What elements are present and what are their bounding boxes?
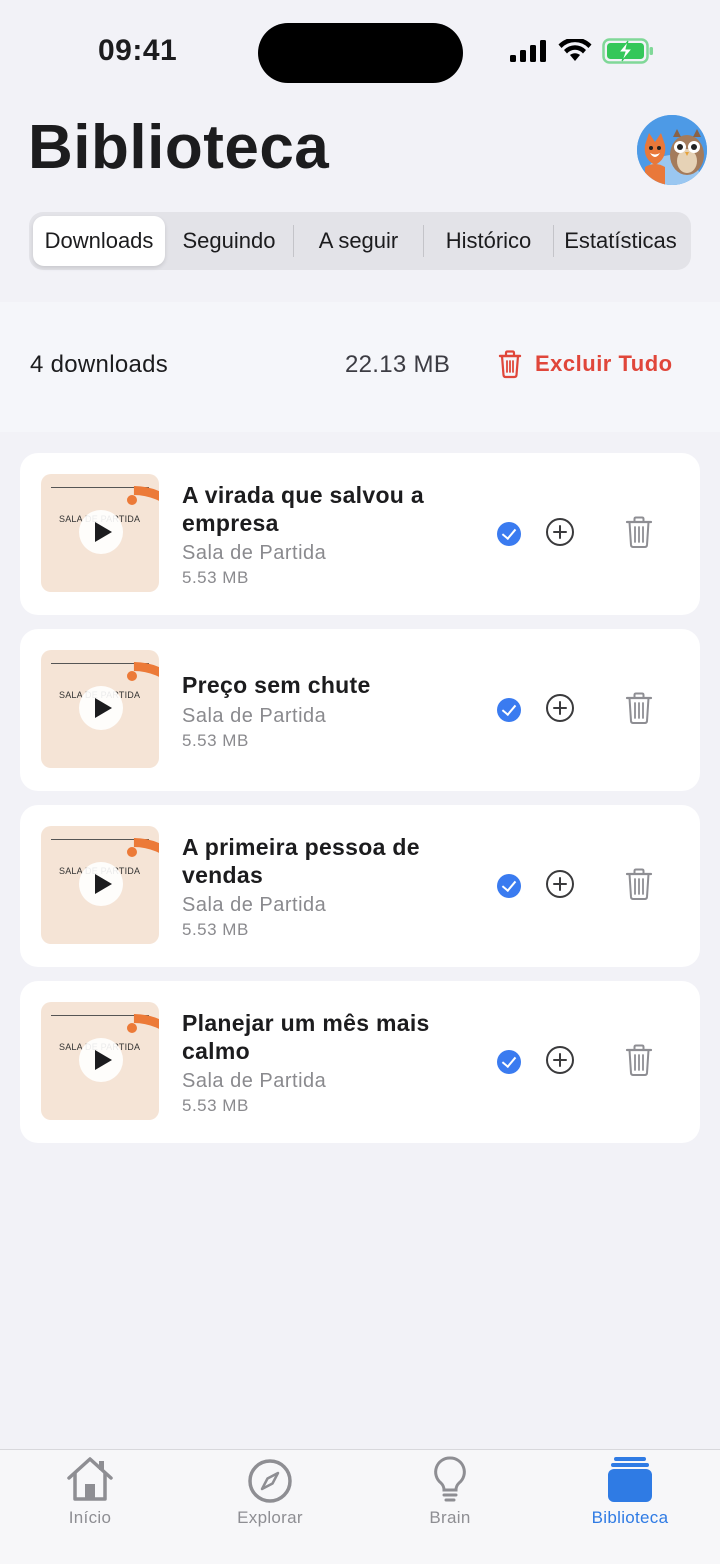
status-time: 09:41 (98, 34, 178, 67)
tab-estatisticas[interactable]: Estatísticas (554, 216, 687, 266)
downloaded-check-icon (497, 1050, 521, 1074)
download-item[interactable]: SALA DE PARTIDA Planejar um mês mais cal… (20, 981, 700, 1143)
episode-thumbnail: SALA DE PARTIDA (41, 650, 159, 768)
bottom-tab-bar: Início Explorar Brain Biblioteca (0, 1449, 720, 1564)
thumbnail-dot (127, 1023, 137, 1033)
tab-bar-item-biblioteca[interactable]: Biblioteca (540, 1450, 720, 1550)
episode-podcast: Sala de Partida (182, 705, 327, 727)
downloaded-check-icon (497, 698, 521, 722)
trash-icon (498, 350, 522, 379)
cellular-signal-icon (510, 40, 546, 62)
episode-thumbnail: SALA DE PARTIDA (41, 1002, 159, 1120)
tab-bar-label: Explorar (237, 1508, 303, 1527)
episode-title: Planejar um mês mais calmo (182, 1010, 430, 1064)
episode-podcast: Sala de Partida (182, 894, 327, 916)
downloads-total-size: 22.13 MB (345, 351, 451, 378)
episode-podcast: Sala de Partida (182, 1070, 327, 1092)
episode-thumbnail: SALA DE PARTIDA (41, 826, 159, 944)
episode-title: A primeira pessoa de vendas (182, 834, 420, 888)
tab-downloads[interactable]: Downloads (33, 216, 165, 266)
download-item[interactable]: SALA DE PARTIDA A primeira pessoa de ven… (20, 805, 700, 967)
tab-bar-item-inicio[interactable]: Início (0, 1450, 180, 1550)
episode-title: A virada que salvou a empresa (182, 482, 424, 536)
delete-icon[interactable] (624, 1043, 654, 1077)
downloaded-check-icon (497, 522, 521, 546)
library-segmented-control: Downloads Seguindo A seguir Histórico Es… (29, 212, 691, 270)
delete-icon[interactable] (624, 867, 654, 901)
thumbnail-dot (127, 671, 137, 681)
episode-size: 5.53 MB (182, 1096, 249, 1115)
lightbulb-icon (434, 1456, 466, 1502)
status-bar: 09:41 (0, 0, 720, 105)
tab-historico[interactable]: Histórico (424, 216, 553, 266)
delete-all-button[interactable]: Excluir Tudo (497, 349, 673, 379)
tab-bar-item-explorar[interactable]: Explorar (180, 1450, 360, 1550)
battery-charging-icon (602, 38, 653, 64)
tab-bar-label: Brain (429, 1508, 471, 1527)
downloaded-check-icon (497, 874, 521, 898)
delete-all-label: Excluir Tudo (535, 351, 673, 376)
wifi-icon (558, 39, 592, 61)
delete-icon[interactable] (624, 691, 654, 725)
play-icon[interactable] (79, 1038, 123, 1082)
thumbnail-dot (127, 495, 137, 505)
add-to-queue-icon[interactable] (545, 1045, 575, 1075)
episode-title: Preço sem chute (182, 672, 371, 698)
add-to-queue-icon[interactable] (545, 693, 575, 723)
compass-icon (248, 1459, 292, 1503)
episode-size: 5.53 MB (182, 568, 249, 587)
dynamic-island (258, 23, 463, 83)
add-to-queue-icon[interactable] (545, 517, 575, 547)
delete-icon[interactable] (624, 515, 654, 549)
download-item[interactable]: SALA DE PARTIDA A virada que salvou a em… (20, 453, 700, 615)
play-icon[interactable] (79, 862, 123, 906)
page-title: Biblioteca (28, 113, 330, 182)
tab-bar-label: Início (68, 1508, 112, 1527)
episode-podcast: Sala de Partida (182, 542, 327, 564)
avatar[interactable] (637, 115, 707, 185)
play-icon[interactable] (79, 510, 123, 554)
episode-thumbnail: SALA DE PARTIDA (41, 474, 159, 592)
thumbnail-dot (127, 847, 137, 857)
tab-a-seguir[interactable]: A seguir (294, 216, 423, 266)
avatar-mascots-icon (637, 115, 707, 185)
episode-size: 5.53 MB (182, 731, 249, 750)
download-item[interactable]: SALA DE PARTIDA Preço sem chute Sala de … (20, 629, 700, 791)
downloads-count: 4 downloads (30, 351, 169, 378)
tab-seguindo[interactable]: Seguindo (165, 216, 293, 266)
episode-size: 5.53 MB (182, 920, 249, 939)
tab-bar-item-brain[interactable]: Brain (360, 1450, 540, 1550)
play-icon[interactable] (79, 686, 123, 730)
add-to-queue-icon[interactable] (545, 869, 575, 899)
library-icon (608, 1457, 652, 1502)
tab-bar-label: Biblioteca (591, 1508, 669, 1527)
status-icons (510, 38, 654, 64)
home-icon (67, 1457, 113, 1501)
